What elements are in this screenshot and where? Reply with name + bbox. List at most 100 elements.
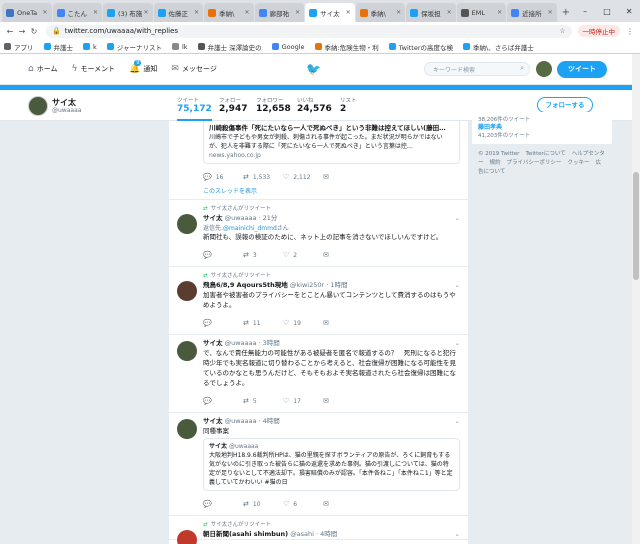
bookmark-item[interactable]: k [83,43,97,51]
menu-icon[interactable]: ⋮ [624,27,636,36]
tweet[interactable]: ⇄ サイ太さんがリツイート 朝日新聞(asahi shimbun) @asahi ·… [169,516,468,544]
like-action[interactable]: ♡ 6 [283,500,323,508]
chevron-down-icon[interactable]: ⌄ [455,214,460,223]
profile-pause-badge[interactable]: 一時停止中 [577,25,620,37]
bookmark-item[interactable]: ジャーナリスト [106,42,162,52]
tweet-author-name[interactable]: サイ太 [203,417,223,425]
bookmark-item[interactable]: lk [171,43,188,51]
close-icon[interactable]: ✕ [396,9,401,16]
tweet-author-name[interactable]: 飛鳥6/8,9 Aqours5th現地 [203,281,288,289]
nav-home[interactable]: ⌂ ホーム [28,64,58,74]
forward-icon[interactable]: → [16,27,28,36]
tweet[interactable]: サイ太 @uwaaaa · 3時間 ⌄ で、なんで責任無能力の可能性がある被疑者を匿… [169,335,468,413]
browser-tab[interactable]: 廊部祐 ✕ [254,3,305,22]
bookmark-item[interactable]: 季納:危険生物・利 [314,42,379,52]
reply-action[interactable]: 💬 16 [203,173,243,181]
reply-action[interactable]: 💬 [203,319,243,327]
chevron-down-icon[interactable]: ⌄ [455,281,460,290]
tweet-avatar[interactable] [177,530,197,544]
profile-stat[interactable]: ツイート 75,172 [177,96,212,121]
browser-tab[interactable]: こたん ✕ [52,3,103,22]
reply-action[interactable]: 💬 [203,500,243,508]
reload-icon[interactable]: ↻ [28,27,40,36]
message-action[interactable]: ✉ [323,500,363,508]
footer-link[interactable]: 規約 [490,160,501,166]
bookmark-item[interactable]: 季納\、さらば弁護士 [463,42,534,52]
chevron-down-icon[interactable]: ⌄ [455,530,460,539]
close-icon[interactable]: ✕ [42,9,47,16]
trend-item[interactable]: 藤田孝典 [478,124,606,132]
retweet-action[interactable]: ⇄ 11 [243,319,283,327]
message-action[interactable]: ✉ [323,173,363,181]
browser-tab[interactable]: 佐藤正 ✕ [153,3,204,22]
like-action[interactable]: ♡ 19 [283,319,323,327]
show-thread-link[interactable]: このスレッドを表示 [203,184,460,199]
chevron-down-icon[interactable]: ⌄ [455,417,460,426]
close-icon[interactable]: ✕ [346,9,351,16]
nav-moments[interactable]: ϟ モーメント [72,64,116,74]
follow-button[interactable]: フォローする [537,97,593,113]
retweet-action[interactable]: ⇄ 1,533 [243,173,283,181]
bookmark-item[interactable]: アプリ [4,42,34,52]
bookmark-item[interactable]: Google [271,43,305,51]
bookmark-item[interactable]: 弁護士 [43,42,73,52]
footer-link[interactable]: Twitterについて [525,151,565,157]
close-icon[interactable]: ✕ [548,9,553,16]
profile-stat[interactable]: フォロワー 12,658 [256,96,291,114]
bookmark-item[interactable]: Twitterの高度な検 [388,42,453,52]
browser-tab[interactable]: サイ太 ✕ [305,3,355,22]
tweet[interactable]: ⇄ サイ太さんがリツイート 飛鳥6/8,9 Aqours5th現地 @kiwi250… [169,267,468,335]
reply-action[interactable]: 💬 [203,397,243,405]
new-tab-icon[interactable]: + [558,3,574,22]
bookmark-item[interactable]: 弁護士 深澤論史の [197,42,262,52]
profile-stat[interactable]: いいね 24,576 [297,96,332,114]
top-quoted-tweet[interactable]: 川崎殺傷事件「死にたいなら一人で死ぬべき」という非難は控えてほしい(藤田… 川崎… [169,121,468,200]
browser-tab[interactable]: 近接所 ✕ [507,3,557,22]
close-icon[interactable]: ✕ [497,9,502,16]
footer-link[interactable]: プライバシーポリシー [507,160,562,166]
like-action[interactable]: ♡ 17 [283,397,323,405]
tweet[interactable]: ⇄ サイ太さんがリツイート サイ太 @uwaaaa · 21分 ⌄ 返信先:@maini… [169,200,468,267]
tweet-avatar[interactable] [177,281,197,301]
browser-tab[interactable]: 季納\ ✕ [355,3,406,22]
footer-link[interactable]: © 2019 Twitter [478,151,519,157]
retweet-action[interactable]: ⇄ 5 [243,397,283,405]
message-action[interactable]: ✉ [323,397,363,405]
address-bar[interactable]: 🔒 twitter.com/uwaaaa/with_replies ☆ [46,24,572,38]
chevron-down-icon[interactable]: ⌄ [455,339,460,348]
reply-action[interactable]: 💬 [203,251,243,259]
tweet[interactable]: サイ太 @uwaaaa · 4時間 ⌄ 同種事案 サイ太 @uwaaaa 大阪地判H18… [169,413,468,516]
retweet-action[interactable]: ⇄ 3 [243,251,283,259]
browser-tab[interactable]: 保坂担 ✕ [406,3,456,22]
tweet-avatar[interactable] [177,341,197,361]
browser-tab[interactable]: EML ✕ [456,3,507,22]
browser-tab[interactable]: (3) 布施 ✕ [103,3,153,22]
link-card[interactable]: 川崎殺傷事件「死にたいなら一人で死ぬべき」という非難は控えてほしい(藤田… 川崎… [203,121,460,164]
tweet-author-name[interactable]: 朝日新聞(asahi shimbun) [203,530,288,538]
search-icon[interactable]: ⌕ [520,64,524,73]
scrollbar-thumb[interactable] [633,172,639,280]
tweet-avatar[interactable] [177,419,197,439]
browser-tab[interactable]: 季納\ ✕ [204,3,254,22]
twitter-bird-icon[interactable]: 🐦 [306,62,321,76]
scrollbar-track[interactable] [632,54,640,544]
reply-to-link[interactable]: @mainichi_dmmd [223,225,277,232]
star-icon[interactable]: ☆ [559,27,565,35]
quoted-tweet[interactable]: サイ太 @uwaaaa 大阪地判H18.9.6裁判所HPは、猫の里親を探すボランテ… [203,438,460,491]
close-icon[interactable]: ✕ [295,9,300,16]
profile-stat[interactable]: リスト 2 [340,96,357,114]
close-icon[interactable]: ✕ [93,9,98,16]
close-icon[interactable]: ✕ [245,9,250,16]
minimize-icon[interactable]: – [574,7,596,16]
close-icon[interactable]: ✕ [447,9,452,16]
profile-stat[interactable]: フォロー 2,947 [219,96,247,114]
profile-avatar[interactable] [28,96,48,116]
retweet-action[interactable]: ⇄ 10 [243,500,283,508]
maximize-icon[interactable]: □ [596,7,618,16]
close-window-icon[interactable]: ✕ [618,7,640,16]
tweet-author-name[interactable]: サイ太 [203,214,223,222]
close-icon[interactable]: ✕ [144,9,149,16]
tweet-button[interactable]: ツイート [557,61,607,78]
tweet-author-name[interactable]: サイ太 [203,339,223,347]
message-action[interactable]: ✉ [323,251,363,259]
